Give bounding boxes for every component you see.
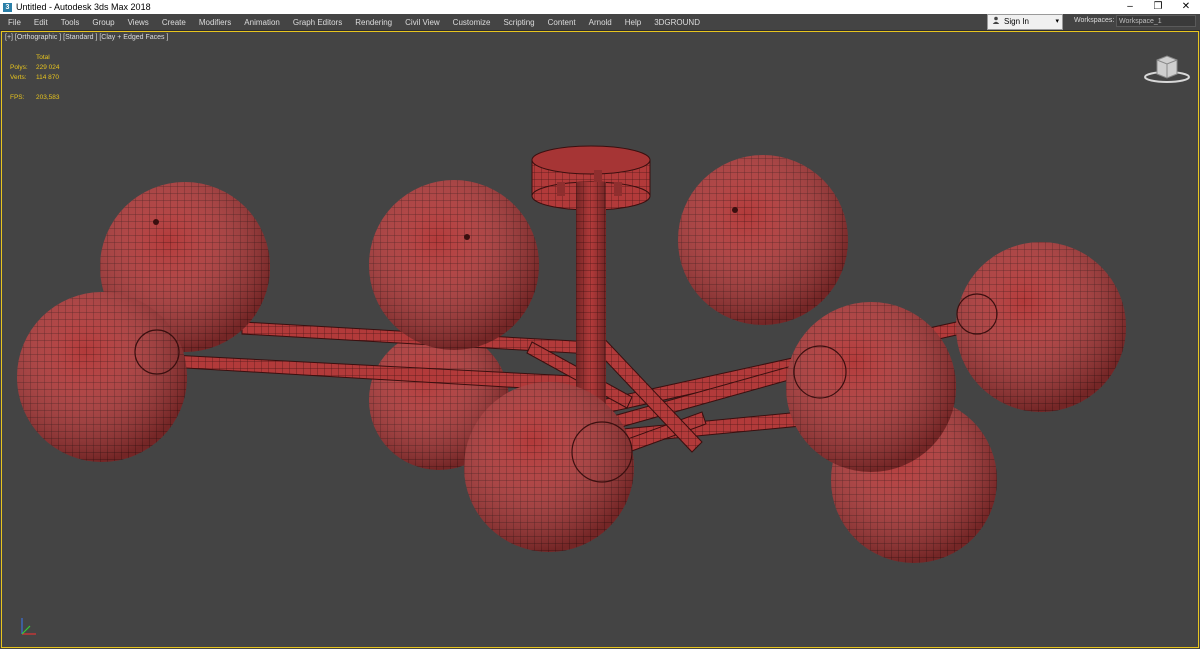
menu-scripting[interactable]: Scripting [503, 18, 534, 27]
fps-value: 203,583 [36, 94, 60, 101]
menu-file[interactable]: File [8, 18, 21, 27]
globe-top-center [369, 180, 539, 350]
chevron-down-icon: ▾ [1055, 18, 1059, 25]
globe-left [17, 292, 187, 462]
verts-label: Verts: [10, 74, 27, 81]
close-button[interactable]: ✕ [1172, 0, 1200, 14]
menu-views[interactable]: Views [128, 18, 149, 27]
verts-value: 114 870 [36, 74, 60, 81]
user-icon [991, 15, 1001, 29]
window-title: Untitled - Autodesk 3ds Max 2018 [16, 2, 151, 12]
menu-animation[interactable]: Animation [244, 18, 280, 27]
polys-value: 229 024 [36, 64, 60, 71]
globe-right-front [786, 302, 956, 472]
scene-statistics: Total Polys: 229 024 Verts: 114 870 FPS: 20… [10, 53, 76, 103]
stats-header: Total [36, 54, 50, 61]
minimize-button[interactable]: – [1116, 0, 1144, 14]
menu-rendering[interactable]: Rendering [355, 18, 392, 27]
restore-button[interactable]: ❐ [1144, 0, 1172, 14]
menu-group[interactable]: Group [92, 18, 114, 27]
chandelier-model [17, 145, 1126, 563]
workspaces-label: Workspaces: [1074, 17, 1115, 24]
menu-create[interactable]: Create [162, 18, 186, 27]
menu-edit[interactable]: Edit [34, 18, 48, 27]
menu-civil-view[interactable]: Civil View [405, 18, 440, 27]
menu-customize[interactable]: Customize [453, 18, 491, 27]
globe-top-right [678, 155, 848, 325]
menu-3dground[interactable]: 3DGROUND [654, 18, 700, 27]
axis-tripod-icon [21, 618, 36, 635]
menu-modifiers[interactable]: Modifiers [199, 18, 231, 27]
viewport[interactable]: [+] [Orthographic ] [Standard ] [Clay + … [1, 31, 1199, 648]
title-bar: 3 Untitled - Autodesk 3ds Max 2018 – ❐ ✕ [0, 0, 1200, 14]
fps-label: FPS: [10, 94, 25, 101]
viewport-label[interactable]: [+] [Orthographic ] [Standard ] [Clay + … [5, 34, 168, 41]
sign-in-dropdown[interactable]: Sign In ▾ [987, 14, 1063, 30]
app-icon: 3 [3, 2, 12, 12]
viewcube-icon[interactable] [1142, 52, 1192, 84]
workspace-select[interactable]: Workspace_1 [1116, 15, 1196, 27]
menu-tools[interactable]: Tools [61, 18, 80, 27]
menu-arnold[interactable]: Arnold [589, 18, 612, 27]
globe-bottom-center [464, 382, 634, 552]
sign-in-label: Sign In [1004, 17, 1029, 26]
menu-help[interactable]: Help [625, 18, 641, 27]
menu-content[interactable]: Content [548, 18, 576, 27]
menu-graph-editors[interactable]: Graph Editors [293, 18, 342, 27]
polys-label: Polys: [10, 64, 28, 71]
globe-far-right [956, 242, 1126, 412]
